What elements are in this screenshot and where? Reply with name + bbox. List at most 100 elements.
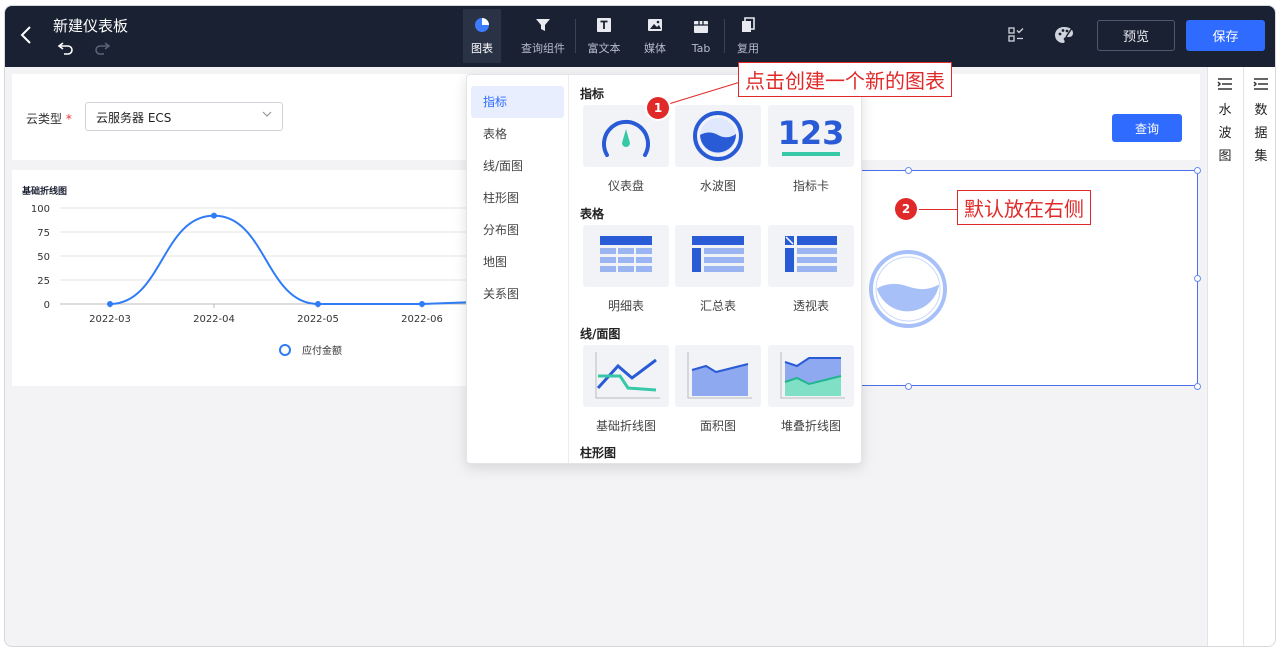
text-icon: [597, 18, 611, 32]
category-bar[interactable]: 柱形图: [471, 182, 564, 214]
save-button[interactable]: 保存: [1186, 20, 1265, 51]
annotation-1-badge: 1: [647, 97, 669, 119]
back-arrow-icon[interactable]: [19, 24, 39, 48]
palette-icon[interactable]: [1053, 25, 1073, 45]
preview-button[interactable]: 预览: [1097, 20, 1175, 51]
tool-rich-text[interactable]: 富文本: [576, 9, 632, 63]
data-point: [315, 301, 321, 307]
cloud-type-label-text: 云类型: [26, 112, 63, 126]
tool-rich-text-label: 富文本: [587, 42, 621, 55]
chart-type-metric-card[interactable]: 123 指标卡: [768, 105, 854, 194]
y-tick-label: 75: [37, 228, 50, 239]
collapse-icon: [1253, 78, 1268, 90]
water-wave-icon: [693, 111, 743, 161]
y-tick-label: 0: [44, 300, 50, 311]
detail-table-icon: [600, 236, 652, 272]
y-tick-label: 50: [37, 252, 50, 263]
gauge-icon: [602, 119, 650, 157]
tab-dataset[interactable]: 数据集: [1244, 77, 1275, 168]
right-side-panel: 水波图 数据集: [1207, 67, 1275, 646]
resize-handle[interactable]: [1194, 383, 1201, 390]
dashboard-title[interactable]: 新建仪表板: [53, 15, 128, 36]
chart-type-dropdown: 指标 表格 线/面图 柱形图 分布图 地图 关系图 指标 仪表盘 水波图 123: [466, 74, 862, 464]
image-icon: [648, 19, 662, 31]
redo-icon: [93, 40, 111, 56]
tool-media[interactable]: 媒体: [632, 9, 678, 63]
cloud-type-label: 云类型 *: [26, 110, 72, 127]
section-title-metric: 指标: [580, 87, 605, 101]
tool-query-component[interactable]: 查询组件: [511, 9, 575, 63]
chart-type-stacked-line[interactable]: 堆叠折线图: [768, 345, 854, 434]
chart-type-pivot-table[interactable]: 透视表: [768, 225, 854, 314]
data-point: [419, 301, 425, 307]
annotation-2-callout: 默认放在右侧: [957, 190, 1091, 225]
chart-type-detail-table[interactable]: 明细表: [583, 225, 669, 314]
basic-line-label: 基础折线图: [595, 419, 656, 433]
chart-type-grid: 指标 仪表盘 水波图 123 指标卡 表格 明细表 汇总表 透视表 线/面图 基…: [570, 75, 861, 463]
collapse-icon: [1217, 78, 1232, 90]
chart-type-area[interactable]: 面积图: [675, 345, 761, 434]
pie-chart-icon: [475, 18, 489, 32]
top-toolbar: 新建仪表板 图表 查询组件 富文本 媒体 Tab 复用 预览 保存: [5, 6, 1275, 67]
tool-reuse[interactable]: 复用: [725, 9, 771, 63]
cloud-type-value: 云服务器 ECS: [96, 111, 172, 125]
section-title-table: 表格: [580, 207, 605, 221]
checklist-icon[interactable]: [1006, 25, 1026, 45]
series-line: [109, 214, 477, 305]
cloud-type-select[interactable]: 云服务器 ECS: [85, 102, 283, 131]
tool-tab[interactable]: Tab: [678, 9, 724, 63]
required-mark: *: [65, 112, 72, 126]
category-distribution[interactable]: 分布图: [471, 214, 564, 246]
y-tick-label: 100: [31, 204, 50, 215]
resize-handle[interactable]: [905, 167, 912, 174]
x-tick-label: 2022-05: [297, 314, 339, 325]
category-table[interactable]: 表格: [471, 118, 564, 150]
section-title-line-area: 线/面图: [580, 327, 621, 341]
tab-icon: [694, 20, 708, 33]
tool-query-label: 查询组件: [521, 42, 565, 55]
tool-media-label: 媒体: [644, 42, 666, 55]
annotation-1-callout: 点击创建一个新的图表: [738, 62, 952, 97]
pivot-table-label: 透视表: [792, 299, 829, 313]
section-title-bar: 柱形图: [580, 446, 617, 460]
stacked-line-icon: [780, 352, 845, 399]
category-metric[interactable]: 指标: [471, 86, 564, 118]
tab-water-wave-label: 水波图: [1218, 103, 1232, 164]
tool-reuse-label: 复用: [737, 42, 759, 55]
x-tick-label: 2022-03: [89, 314, 131, 325]
undo-icon[interactable]: [57, 40, 75, 56]
category-relation[interactable]: 关系图: [471, 278, 564, 310]
gauge-label: 仪表盘: [607, 179, 644, 193]
x-tick-label: 2022-06: [401, 314, 443, 325]
tab-water-wave[interactable]: 水波图: [1208, 77, 1242, 168]
metric-card-number: 123: [777, 114, 845, 152]
category-line-area[interactable]: 线/面图: [471, 150, 564, 182]
line-chart-widget[interactable]: 基础折线图 0 25 50 75 100 2022-03 2022-04 2022-05 202…: [12, 170, 482, 386]
tool-chart[interactable]: 图表: [463, 9, 501, 63]
tool-tab-label: Tab: [691, 41, 711, 55]
y-tick-label: 25: [37, 276, 50, 287]
basic-line-icon: [595, 352, 660, 399]
annotation-2-connector: [916, 209, 960, 210]
metric-card-underline: [782, 152, 840, 156]
query-button[interactable]: 查询: [1112, 114, 1182, 142]
chevron-down-icon: [262, 109, 272, 122]
chart-category-list: 指标 表格 线/面图 柱形图 分布图 地图 关系图: [467, 75, 569, 463]
resize-handle[interactable]: [1194, 275, 1201, 282]
resize-handle[interactable]: [1194, 167, 1201, 174]
tool-chart-label: 图表: [471, 42, 493, 55]
resize-handle[interactable]: [905, 383, 912, 390]
line-chart: 0 25 50 75 100 2022-03 2022-04 2022-05 2022-06 应付…: [31, 204, 482, 357]
summary-table-label: 汇总表: [699, 299, 736, 313]
chart-type-water-wave[interactable]: 水波图: [675, 105, 761, 194]
component-toolbar: 图表 查询组件 富文本 媒体 Tab 复用: [463, 9, 771, 63]
legend-label: 应付金额: [302, 344, 342, 357]
chart-type-basic-line[interactable]: 基础折线图: [583, 345, 669, 434]
area-chart-label: 面积图: [699, 419, 736, 433]
pivot-table-icon: [785, 236, 837, 272]
water-wave-label: 水波图: [699, 179, 736, 193]
metric-card-label: 指标卡: [792, 179, 829, 193]
category-map[interactable]: 地图: [471, 246, 564, 278]
chart-type-summary-table[interactable]: 汇总表: [675, 225, 761, 314]
legend-marker: [279, 344, 291, 356]
